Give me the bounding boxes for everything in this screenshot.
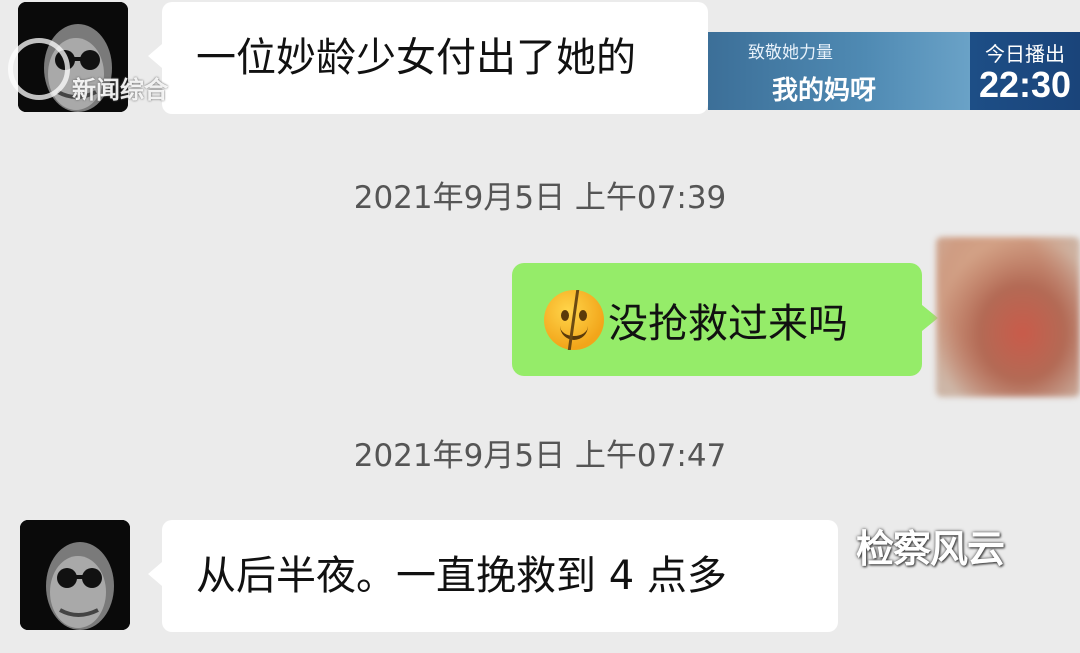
my-avatar-blurred[interactable]	[936, 237, 1080, 397]
message-text: 没抢救过来吗	[608, 300, 848, 347]
program-subtitle: 致敬她力量	[748, 43, 833, 63]
chat-screen: 一位妙龄少女付出了她的 2021年9月5日 上午07:39 没抢救过来吗 202…	[0, 0, 1080, 653]
airtime-time: 22:30	[978, 64, 1072, 105]
broadcast-banner: 致敬她力量 我的妈呀 今日播出 22:30	[708, 32, 1080, 110]
message-timestamp: 2021年9月5日 上午07:47	[353, 438, 727, 474]
program-promo: 致敬她力量 我的妈呀	[708, 32, 970, 110]
program-title: 我的妈呀	[772, 76, 877, 106]
airtime-label: 今日播出	[985, 42, 1065, 66]
incoming-message-bubble[interactable]: 从后半夜。一直挽救到 4 点多	[148, 520, 838, 632]
message-text: 从后半夜。一直挽救到 4 点多	[196, 553, 727, 599]
message-timestamp: 2021年9月5日 上午07:39	[353, 180, 727, 216]
incoming-message-bubble[interactable]: 一位妙龄少女付出了她的	[148, 2, 708, 114]
airtime-box: 今日播出 22:30	[970, 32, 1080, 110]
message-text: 一位妙龄少女付出了她的	[196, 35, 636, 81]
show-watermark: 检察风云	[856, 527, 1005, 571]
cracked-smile-emoji-icon	[544, 289, 604, 350]
contact-avatar[interactable]	[18, 2, 128, 112]
contact-avatar[interactable]	[20, 520, 130, 630]
outgoing-message-bubble[interactable]: 没抢救过来吗	[512, 263, 938, 376]
